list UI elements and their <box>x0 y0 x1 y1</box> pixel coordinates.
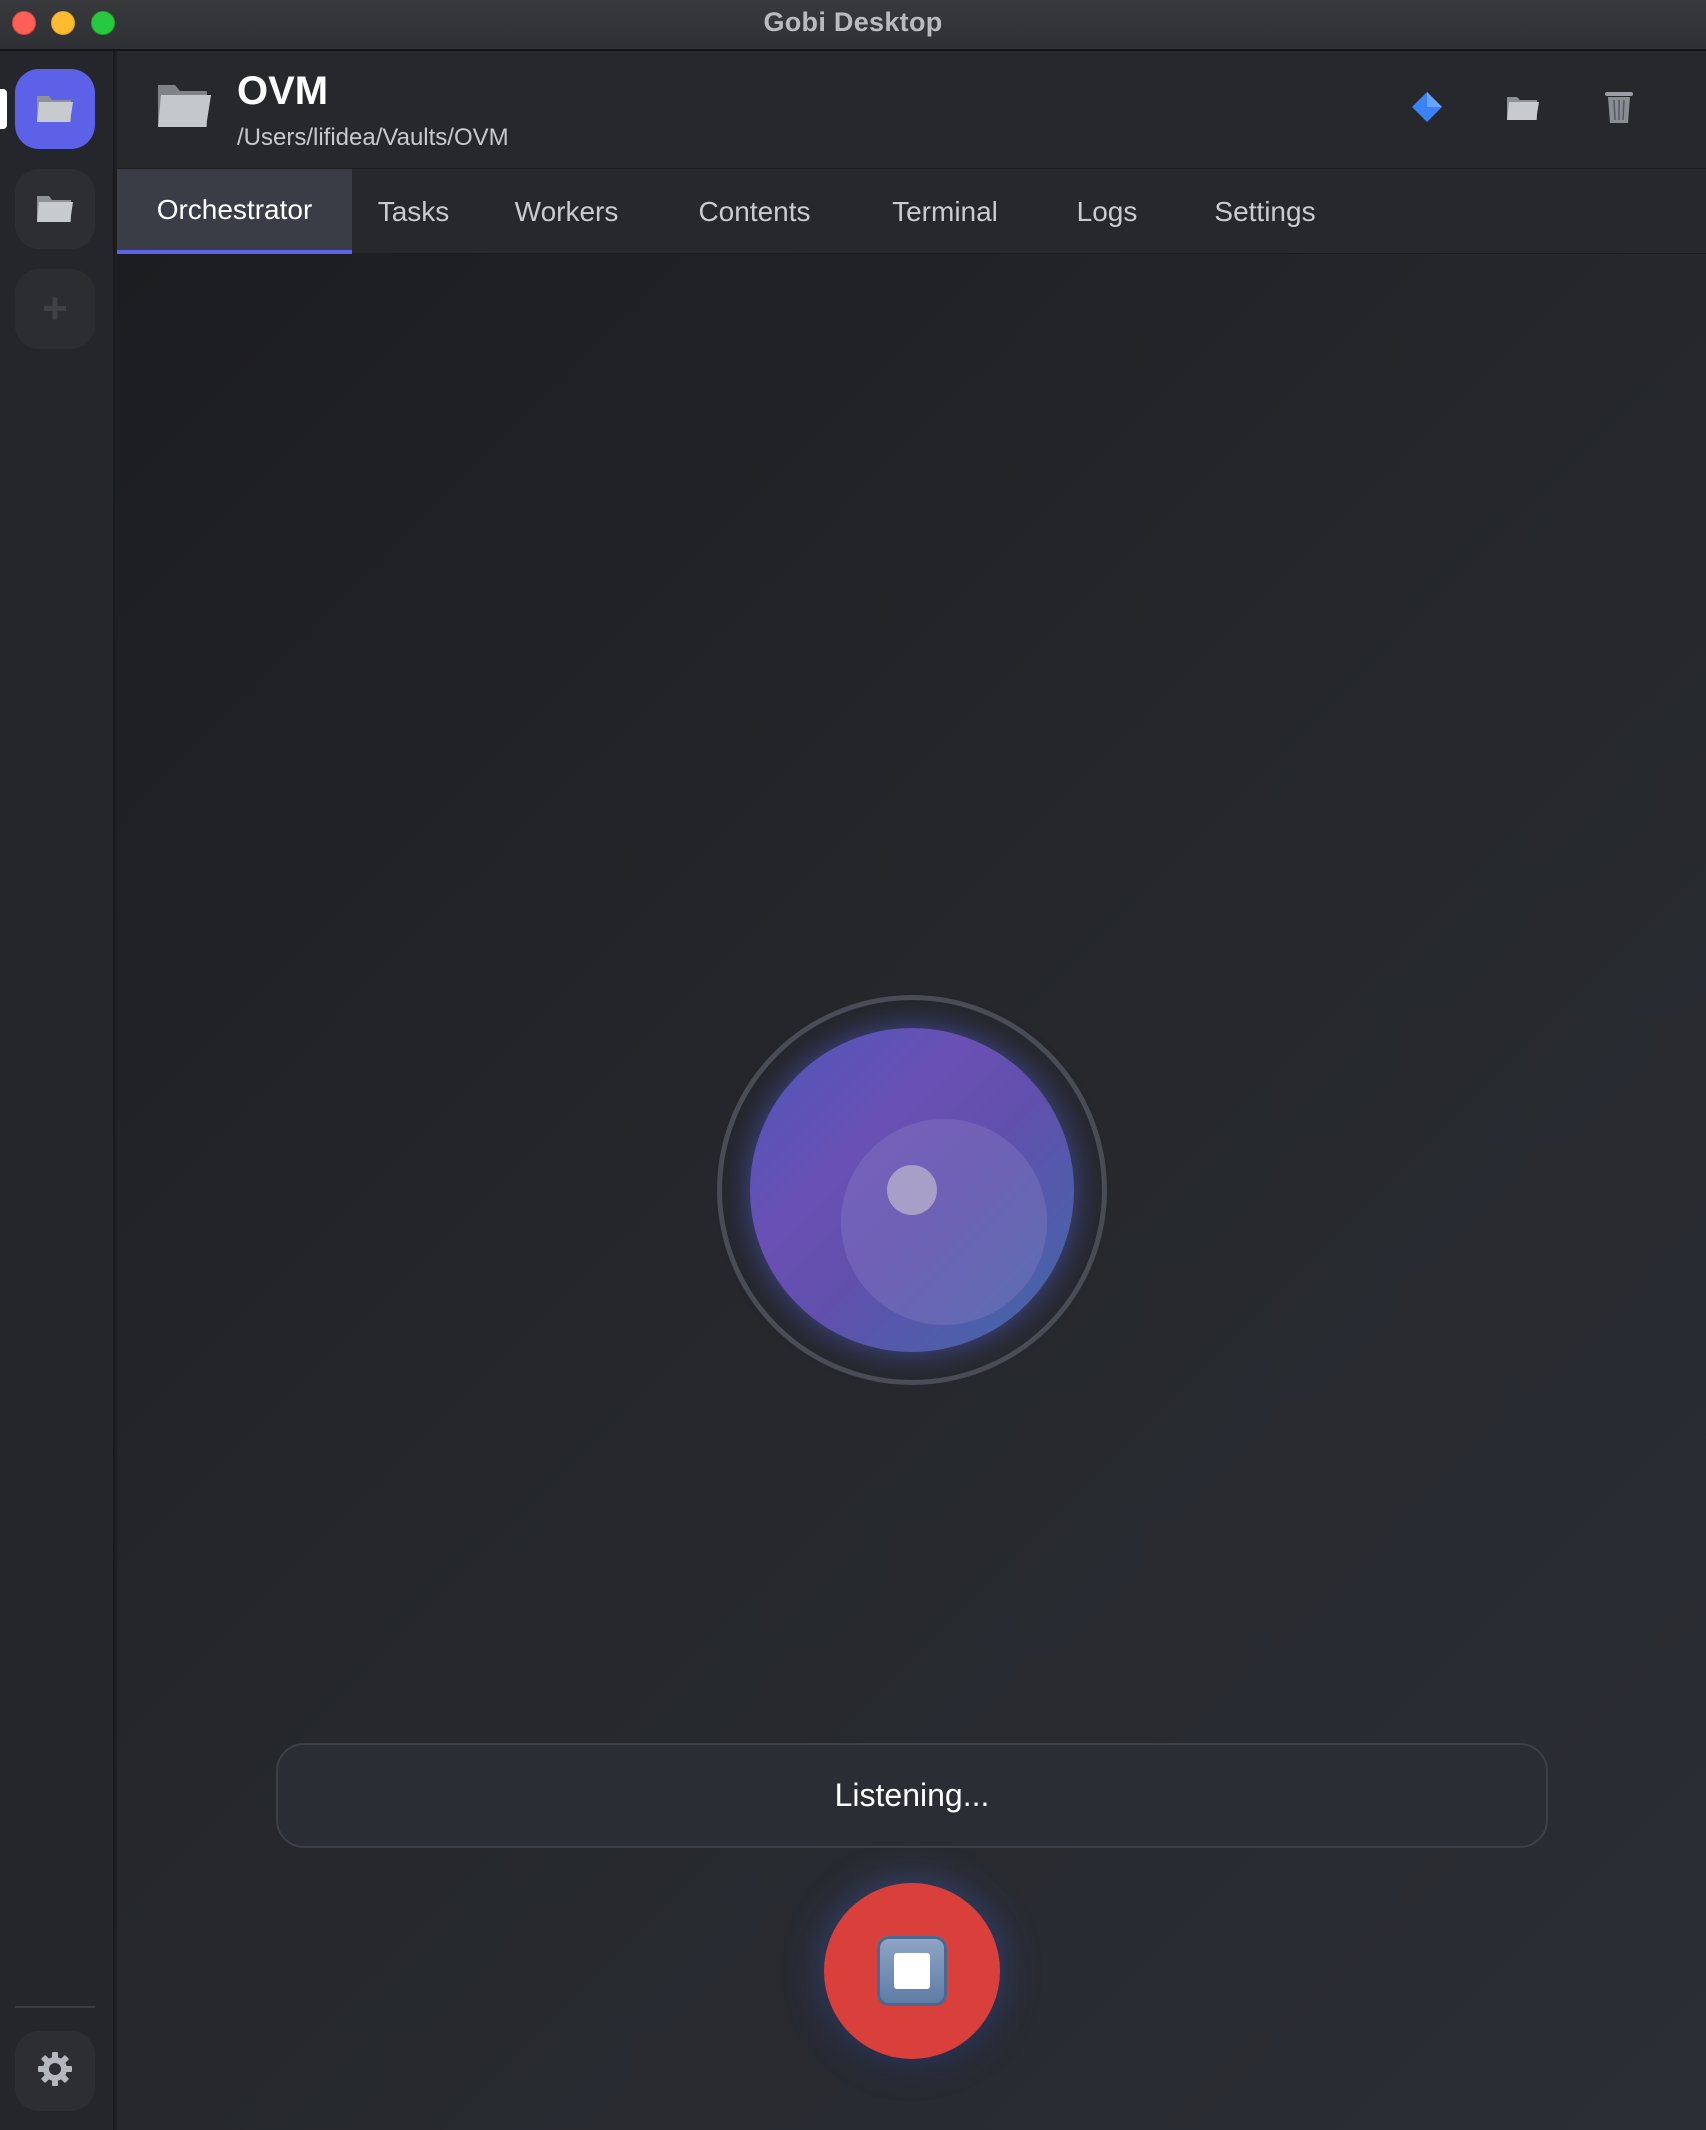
tab-logs[interactable]: Logs <box>1039 169 1175 254</box>
tab-bar: Orchestrator Tasks Workers Contents Term… <box>117 169 1706 254</box>
folder-icon <box>155 77 213 136</box>
vault-button-ovm[interactable] <box>15 69 95 149</box>
vault-rail: + <box>0 51 115 2130</box>
tab-settings[interactable]: Settings <box>1175 169 1355 254</box>
status-text: Listening... <box>834 1777 990 1813</box>
voice-orb-inner <box>841 1119 1047 1325</box>
vault-header: OVM /Users/lifidea/Vaults/OVM <box>117 51 1706 169</box>
vault-path: /Users/lifidea/Vaults/OVM <box>237 124 509 151</box>
voice-orb <box>717 995 1107 1385</box>
folder-icon <box>35 190 75 229</box>
tab-tasks[interactable]: Tasks <box>352 169 475 254</box>
diamond-icon <box>1410 90 1444 129</box>
delete-vault-button[interactable] <box>1597 87 1641 131</box>
plus-icon: + <box>42 284 68 333</box>
active-vault-indicator <box>0 89 7 129</box>
tab-workers[interactable]: Workers <box>475 169 658 254</box>
tab-terminal[interactable]: Terminal <box>851 169 1039 254</box>
window-title: Gobi Desktop <box>763 7 943 37</box>
tab-label: Logs <box>1076 195 1138 227</box>
add-vault-button[interactable]: + <box>15 269 95 349</box>
folder-icon <box>1505 92 1541 127</box>
rail-divider <box>15 2006 95 2008</box>
vault-button-2[interactable] <box>15 169 95 249</box>
app-settings-button[interactable] <box>15 2031 95 2111</box>
stop-listening-button[interactable] <box>824 1883 1000 2059</box>
gear-icon <box>36 2050 74 2093</box>
tab-label: Terminal <box>892 195 998 227</box>
folder-icon <box>35 90 75 129</box>
tab-label: Tasks <box>377 195 450 227</box>
stop-square <box>894 1953 930 1989</box>
diamond-button[interactable] <box>1405 87 1449 131</box>
tab-label: Contents <box>698 195 811 227</box>
open-folder-button[interactable] <box>1501 87 1545 131</box>
tab-label: Orchestrator <box>156 193 313 225</box>
title-bar: Gobi Desktop <box>0 0 1706 51</box>
orchestrator-panel: Listening... <box>117 254 1706 2130</box>
vault-name: OVM <box>237 69 329 113</box>
listening-status: Listening... <box>276 1743 1548 1848</box>
voice-orb-dot <box>887 1165 937 1215</box>
stop-icon <box>877 1936 947 2006</box>
trash-icon <box>1603 89 1635 130</box>
tab-orchestrator[interactable]: Orchestrator <box>117 169 352 254</box>
tab-contents[interactable]: Contents <box>658 169 851 254</box>
tab-label: Workers <box>514 195 619 227</box>
tab-label: Settings <box>1214 195 1316 227</box>
